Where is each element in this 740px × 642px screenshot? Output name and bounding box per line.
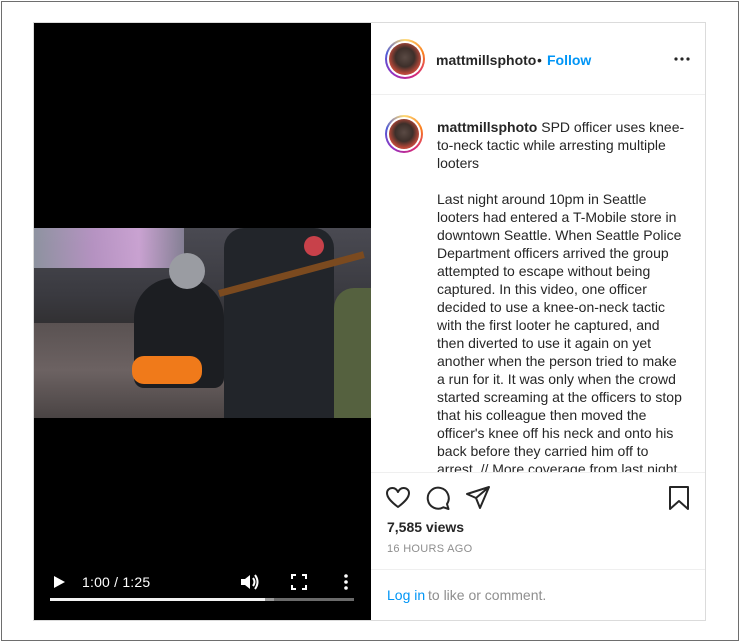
play-icon[interactable] [52,575,66,589]
caption-section: mattmillsphoto SPD officer uses knee-to-… [371,96,705,472]
bookmark-icon[interactable] [666,485,692,511]
instagram-post: 1:00 / 1:25 mattmillsphoto • Follow matt… [33,22,706,621]
caption-username[interactable]: mattmillsphoto [437,119,537,135]
share-icon[interactable] [465,485,491,511]
views-count[interactable]: 7,585 views [387,519,464,535]
login-prompt: Log in to like or comment. [371,569,705,621]
more-horizontal-icon[interactable] [673,51,691,67]
caption-body: Last night around 10pm in Seattle looter… [437,191,682,472]
post-timestamp[interactable]: 16 HOURS AGO [387,543,473,555]
video-time-display: 1:00 / 1:25 [82,574,151,590]
header-username[interactable]: mattmillsphoto [436,52,536,68]
post-side-panel: mattmillsphoto • Follow mattmillsphoto S… [371,23,705,620]
more-vertical-icon[interactable] [339,573,353,591]
caption-text: mattmillsphoto SPD officer uses knee-to-… [437,118,685,472]
follow-button[interactable]: Follow [547,52,591,68]
login-link[interactable]: Log in [387,587,425,603]
video-controls: 1:00 / 1:25 [34,561,371,621]
volume-icon[interactable] [240,573,260,591]
comment-icon[interactable] [425,485,451,511]
post-header: mattmillsphoto • Follow [371,23,705,95]
avatar[interactable] [385,39,425,79]
video-frame-image[interactable] [34,228,371,418]
login-prompt-text: to like or comment. [428,587,547,603]
fullscreen-icon[interactable] [291,574,307,590]
video-progress-bar[interactable] [50,598,354,601]
video-player[interactable]: 1:00 / 1:25 [34,23,371,620]
heart-icon[interactable] [385,485,411,511]
post-actions: 7,585 views 16 HOURS AGO Log in to like … [371,472,705,620]
header-separator: • [537,52,542,68]
caption-avatar[interactable] [385,115,423,153]
video-progress-fill [50,598,265,601]
